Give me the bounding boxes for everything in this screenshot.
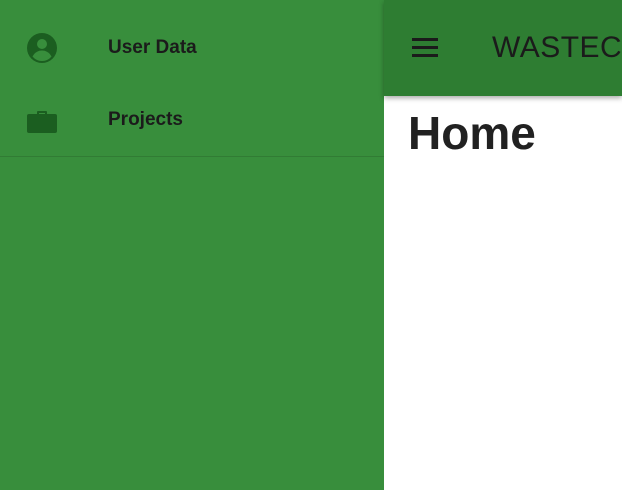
drawer-list: User Data Projects [0,0,384,157]
drawer-item-projects[interactable]: Projects [0,84,384,156]
drawer-item-user-data[interactable]: User Data [0,12,384,84]
briefcase-icon [26,104,58,136]
app-root: User Data Projects WASTECO Home [0,0,622,490]
menu-icon[interactable] [410,36,442,60]
app-title: WASTECO [492,31,622,64]
drawer-item-label: Projects [108,109,183,130]
app-bar: WASTECO [384,0,622,96]
page-title: Home [408,107,536,159]
drawer-item-label: User Data [108,37,197,58]
navigation-drawer: User Data Projects [0,0,384,490]
account-circle-icon [26,32,58,64]
